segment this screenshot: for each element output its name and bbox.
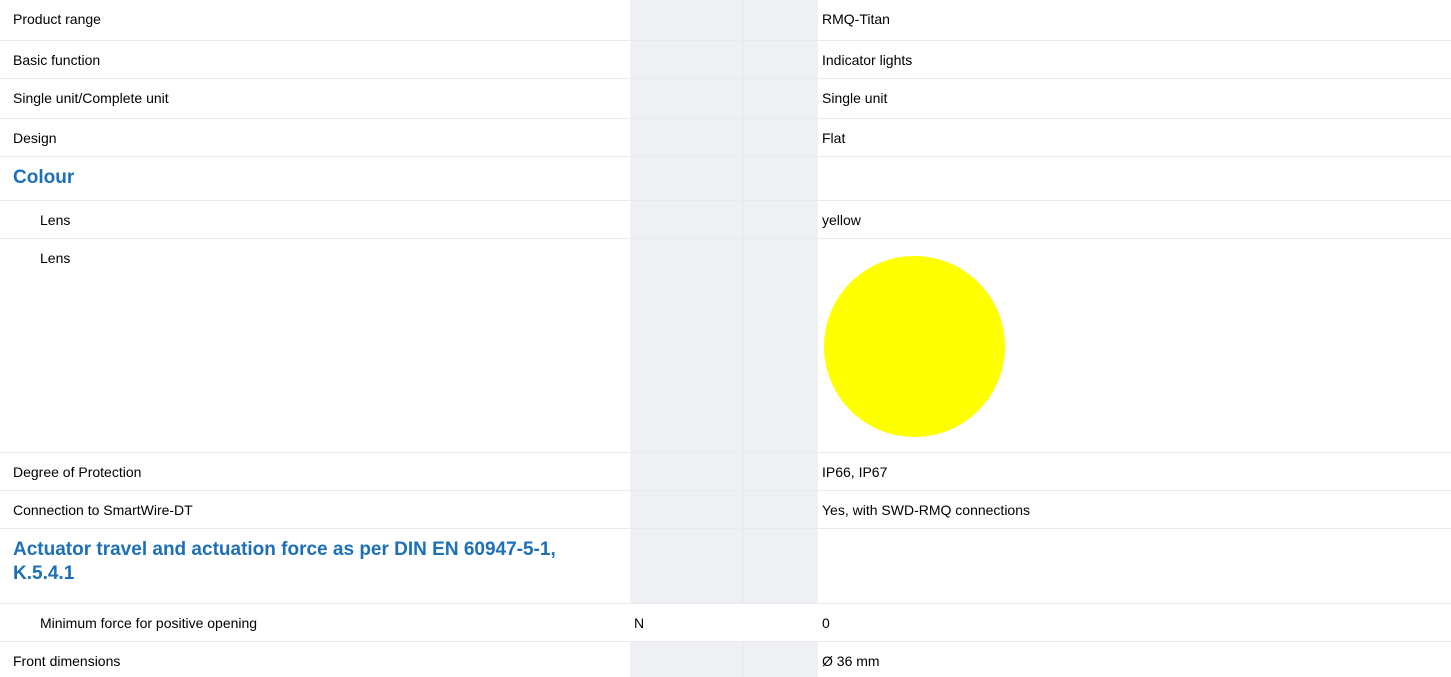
row-value: yellow: [822, 212, 861, 228]
row-label: Connection to SmartWire-DT: [13, 502, 193, 518]
lens-colour-swatch: [824, 256, 1005, 437]
row-gap: [742, 157, 818, 200]
table-row: Minimum force for positive opening N 0: [0, 603, 1451, 641]
row-unit: [630, 119, 742, 156]
row-label: Product range: [13, 11, 101, 27]
row-label: Minimum force for positive opening: [40, 615, 258, 631]
table-row: Lens: [0, 238, 1451, 452]
row-label: Basic function: [13, 52, 101, 68]
row-gap: [742, 529, 818, 603]
row-gap: [742, 201, 818, 238]
table-row: Front dimensions Ø 36 mm: [0, 641, 1451, 677]
row-label: Single unit/Complete unit: [13, 90, 169, 106]
row-value: [818, 157, 1451, 200]
table-row: Connection to SmartWire-DT Yes, with SWD…: [0, 490, 1451, 528]
row-unit: [630, 453, 742, 490]
row-unit: [630, 239, 742, 452]
section-row-actuator: Actuator travel and actuation force as p…: [0, 528, 1451, 603]
row-unit: [630, 529, 742, 603]
section-heading: Actuator travel and actuation force as p…: [13, 539, 556, 584]
row-unit: [630, 491, 742, 528]
row-value: 0: [822, 615, 830, 631]
row-value: IP66, IP67: [822, 464, 888, 480]
row-gap: [742, 41, 818, 78]
row-unit: [630, 157, 742, 200]
table-row: Lens yellow: [0, 200, 1451, 238]
row-value: RMQ-Titan: [822, 11, 890, 27]
row-gap: [742, 604, 818, 641]
row-value: [818, 239, 1451, 452]
section-heading: Colour: [13, 167, 75, 188]
table-row: Degree of Protection IP66, IP67: [0, 452, 1451, 490]
row-value: Ø 36 mm: [822, 653, 880, 669]
row-label: Degree of Protection: [13, 464, 142, 480]
table-row: Design Flat: [0, 118, 1451, 156]
table-row: Product range RMQ-Titan: [0, 0, 1451, 40]
row-unit: [630, 0, 742, 40]
row-gap: [742, 119, 818, 156]
row-gap: [742, 491, 818, 528]
row-value: Indicator lights: [822, 52, 913, 68]
row-gap: [742, 0, 818, 40]
row-value: Single unit: [822, 90, 888, 106]
spec-table: Product range RMQ-Titan Basic function I…: [0, 0, 1451, 677]
row-value: Flat: [822, 130, 846, 146]
row-gap: [742, 453, 818, 490]
row-label: Design: [13, 130, 57, 146]
row-label: Front dimensions: [13, 653, 121, 669]
row-value: [818, 529, 1451, 603]
row-unit: [630, 201, 742, 238]
row-label: Lens: [40, 212, 71, 228]
row-unit: N: [634, 615, 645, 631]
row-label: Lens: [40, 250, 71, 266]
row-unit: [630, 79, 742, 118]
table-row: Single unit/Complete unit Single unit: [0, 78, 1451, 118]
row-unit: [630, 41, 742, 78]
row-value: Yes, with SWD-RMQ connections: [822, 502, 1030, 518]
section-row-colour: Colour: [0, 156, 1451, 200]
table-row: Basic function Indicator lights: [0, 40, 1451, 78]
row-unit: [630, 642, 742, 677]
row-gap: [742, 642, 818, 677]
row-gap: [742, 239, 818, 452]
row-gap: [742, 79, 818, 118]
